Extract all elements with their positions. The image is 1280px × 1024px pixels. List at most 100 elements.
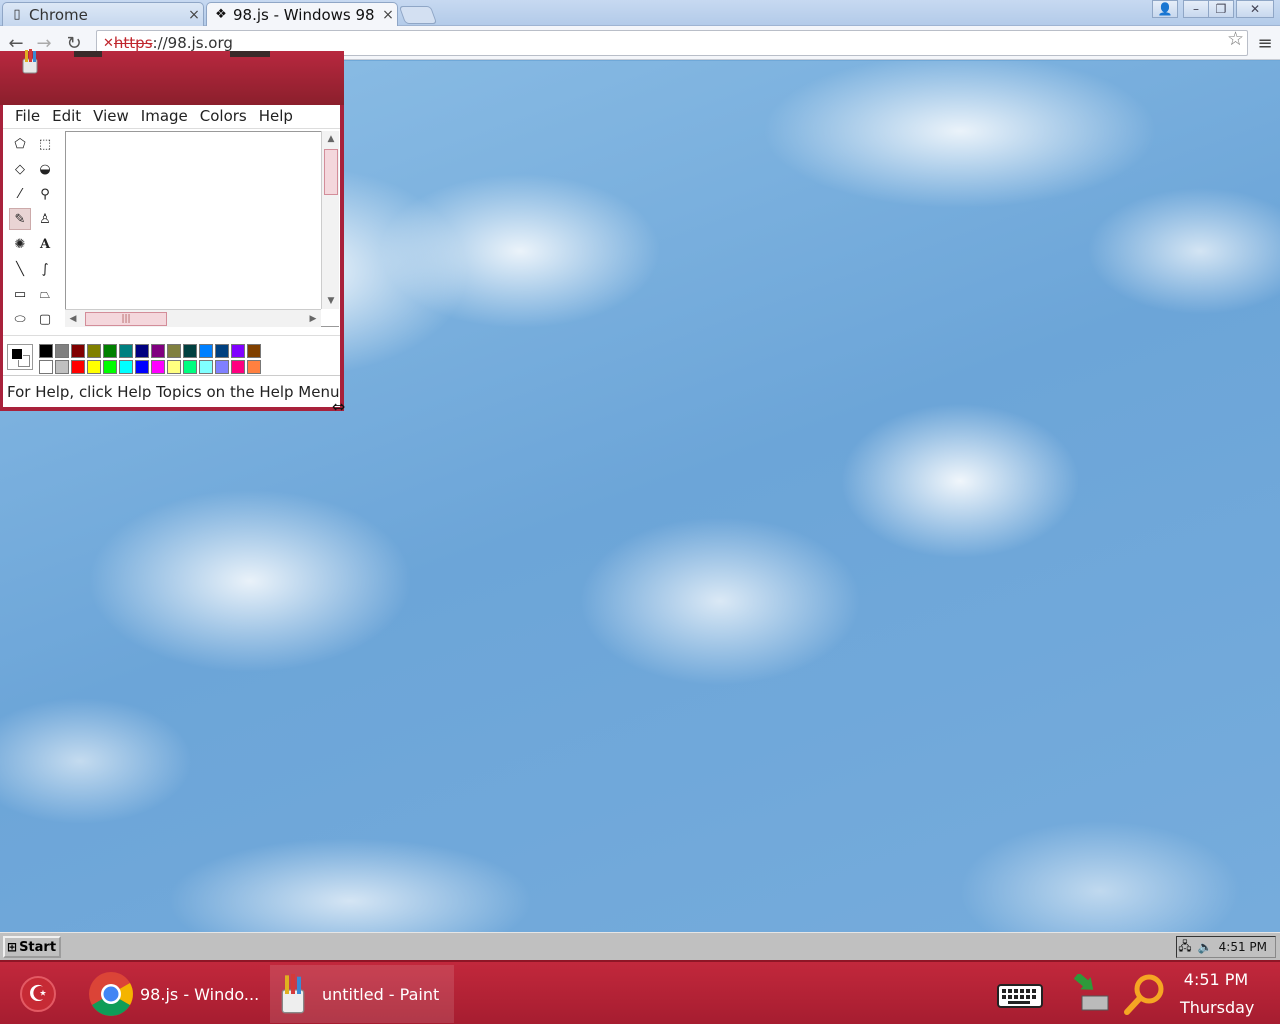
color-swatch[interactable] (199, 344, 213, 358)
paint-app-icon (22, 49, 38, 74)
page-icon: ▯ (13, 7, 21, 22)
crescent-star-icon: ☪ (28, 981, 48, 1007)
color-swatch[interactable] (135, 360, 149, 374)
color-swatch[interactable] (231, 344, 245, 358)
color-swatch[interactable] (167, 344, 181, 358)
tab-label: 98.js - Windows 98 (233, 5, 375, 24)
magnifier-icon[interactable]: ⚲ (34, 183, 56, 205)
color-swatch[interactable] (39, 344, 53, 358)
scroll-left-icon[interactable]: ◀ (65, 310, 81, 328)
search-icon[interactable] (1120, 972, 1168, 1016)
color-swatch[interactable] (55, 360, 69, 374)
menu-edit[interactable]: Edit (48, 105, 89, 128)
color-swatch[interactable] (55, 344, 69, 358)
airbrush-icon[interactable]: ✺ (9, 233, 31, 255)
close-window-button[interactable]: ✕ (1236, 0, 1274, 18)
scroll-thumb[interactable]: ||| (85, 312, 167, 326)
keyboard-icon[interactable] (996, 972, 1044, 1016)
vertical-scrollbar[interactable]: ▲ ▼ (321, 131, 339, 309)
scroll-thumb[interactable] (324, 149, 338, 195)
color-swatch[interactable] (103, 360, 117, 374)
menu-file[interactable]: File (11, 105, 48, 128)
color-swatch[interactable] (151, 360, 165, 374)
scroll-down-icon[interactable]: ▼ (322, 293, 340, 309)
color-swatch[interactable] (215, 344, 229, 358)
menu-colors[interactable]: Colors (196, 105, 255, 128)
url-scheme: https (113, 34, 153, 52)
line-icon[interactable]: ╲ (9, 258, 31, 280)
color-swatch[interactable] (87, 360, 101, 374)
drawing-canvas[interactable] (65, 131, 339, 327)
rect-select-icon[interactable]: ⬚ (34, 133, 56, 155)
text-tool-icon[interactable]: A (34, 233, 56, 255)
curve-icon[interactable]: ∫ (34, 258, 56, 280)
task-chrome[interactable]: 98.js - Windo... (88, 965, 264, 1023)
color-picker-icon[interactable]: ⁄ (9, 183, 31, 205)
paint-menu-bar: File Edit View Image Colors Help (3, 105, 340, 129)
color-swatch[interactable] (231, 360, 245, 374)
foreground-color (11, 348, 23, 360)
eraser-icon[interactable]: ◇ (9, 158, 31, 180)
color-swatch[interactable] (151, 344, 165, 358)
color-swatch[interactable] (183, 360, 197, 374)
host-clock[interactable]: 4:51 PM Thursday (1180, 966, 1255, 1022)
color-swatch[interactable] (215, 360, 229, 374)
chrome-icon (88, 971, 134, 1017)
current-colors (7, 344, 33, 370)
scroll-right-icon[interactable]: ▶ (305, 310, 321, 328)
color-swatch[interactable] (183, 344, 197, 358)
polygon-icon[interactable]: ⏢ (34, 283, 56, 305)
clock-day: Thursday (1180, 998, 1255, 1017)
start-label: Start (19, 939, 57, 955)
chrome-menu-icon[interactable]: ≡ (1254, 32, 1276, 54)
paint-title-bar[interactable] (0, 49, 344, 105)
tab-chrome[interactable]: ▯ Chrome × (2, 2, 204, 26)
scroll-up-icon[interactable]: ▲ (322, 131, 340, 147)
color-swatch[interactable] (247, 360, 261, 374)
rectangle-icon[interactable]: ▭ (9, 283, 31, 305)
color-swatch[interactable] (199, 360, 213, 374)
profile-icon[interactable]: 👤 (1152, 0, 1178, 18)
resize-cursor-icon: ⇔ (332, 397, 346, 416)
ellipse-icon[interactable]: ⬭ (9, 308, 31, 330)
color-swatch[interactable] (135, 344, 149, 358)
color-swatch[interactable] (103, 344, 117, 358)
free-form-select-icon[interactable]: ⬠ (9, 133, 31, 155)
tab-close-icon[interactable]: × (379, 7, 397, 23)
task-label: 98.js - Windo... (140, 984, 260, 1004)
network-icon[interactable]: 🖧 (1178, 937, 1191, 958)
minimize-button[interactable]: – (1183, 0, 1209, 18)
restore-button[interactable]: ❐ (1208, 0, 1234, 18)
color-swatch[interactable] (119, 360, 133, 374)
color-swatch[interactable] (247, 344, 261, 358)
network-update-icon[interactable] (1066, 972, 1114, 1016)
paint-app-icon (270, 971, 316, 1017)
task-label: untitled - Paint (322, 984, 440, 1004)
menu-help[interactable]: Help (255, 105, 301, 128)
tab-98js[interactable]: ❖ 98.js - Windows 98 × (206, 2, 398, 26)
horizontal-scrollbar[interactable]: ◀ ||| ▶ (65, 309, 321, 327)
pencil-icon[interactable]: ✎ (9, 208, 31, 230)
color-swatch[interactable] (71, 360, 85, 374)
host-os-taskbar: ☪ 98.js - Windo... untitled - Paint 4:51… (0, 960, 1280, 1024)
tab-close-icon[interactable]: × (185, 7, 203, 23)
color-swatch[interactable] (39, 360, 53, 374)
os-start-button[interactable]: ☪ (20, 976, 56, 1012)
color-swatch[interactable] (119, 344, 133, 358)
brush-icon[interactable]: ♙ (34, 208, 56, 230)
start-button[interactable]: ⊞ Start (3, 936, 61, 958)
bookmark-star-icon[interactable]: ☆ (1227, 28, 1244, 50)
fill-bucket-icon[interactable]: ◒ (34, 158, 56, 180)
color-swatch[interactable] (167, 360, 181, 374)
menu-view[interactable]: View (89, 105, 137, 128)
task-paint[interactable]: untitled - Paint (270, 965, 454, 1023)
tab-label: Chrome (29, 5, 88, 24)
browser-tab-strip: ▯ Chrome × ❖ 98.js - Windows 98 × 👤 – ❐ … (0, 0, 1280, 26)
url-host: ://98.js.org (152, 34, 233, 52)
new-tab-button[interactable] (398, 6, 438, 24)
menu-image[interactable]: Image (137, 105, 196, 128)
rounded-rect-icon[interactable]: ▢ (34, 308, 56, 330)
volume-icon[interactable]: 🔈 (1198, 940, 1213, 954)
color-swatch[interactable] (87, 344, 101, 358)
color-swatch[interactable] (71, 344, 85, 358)
